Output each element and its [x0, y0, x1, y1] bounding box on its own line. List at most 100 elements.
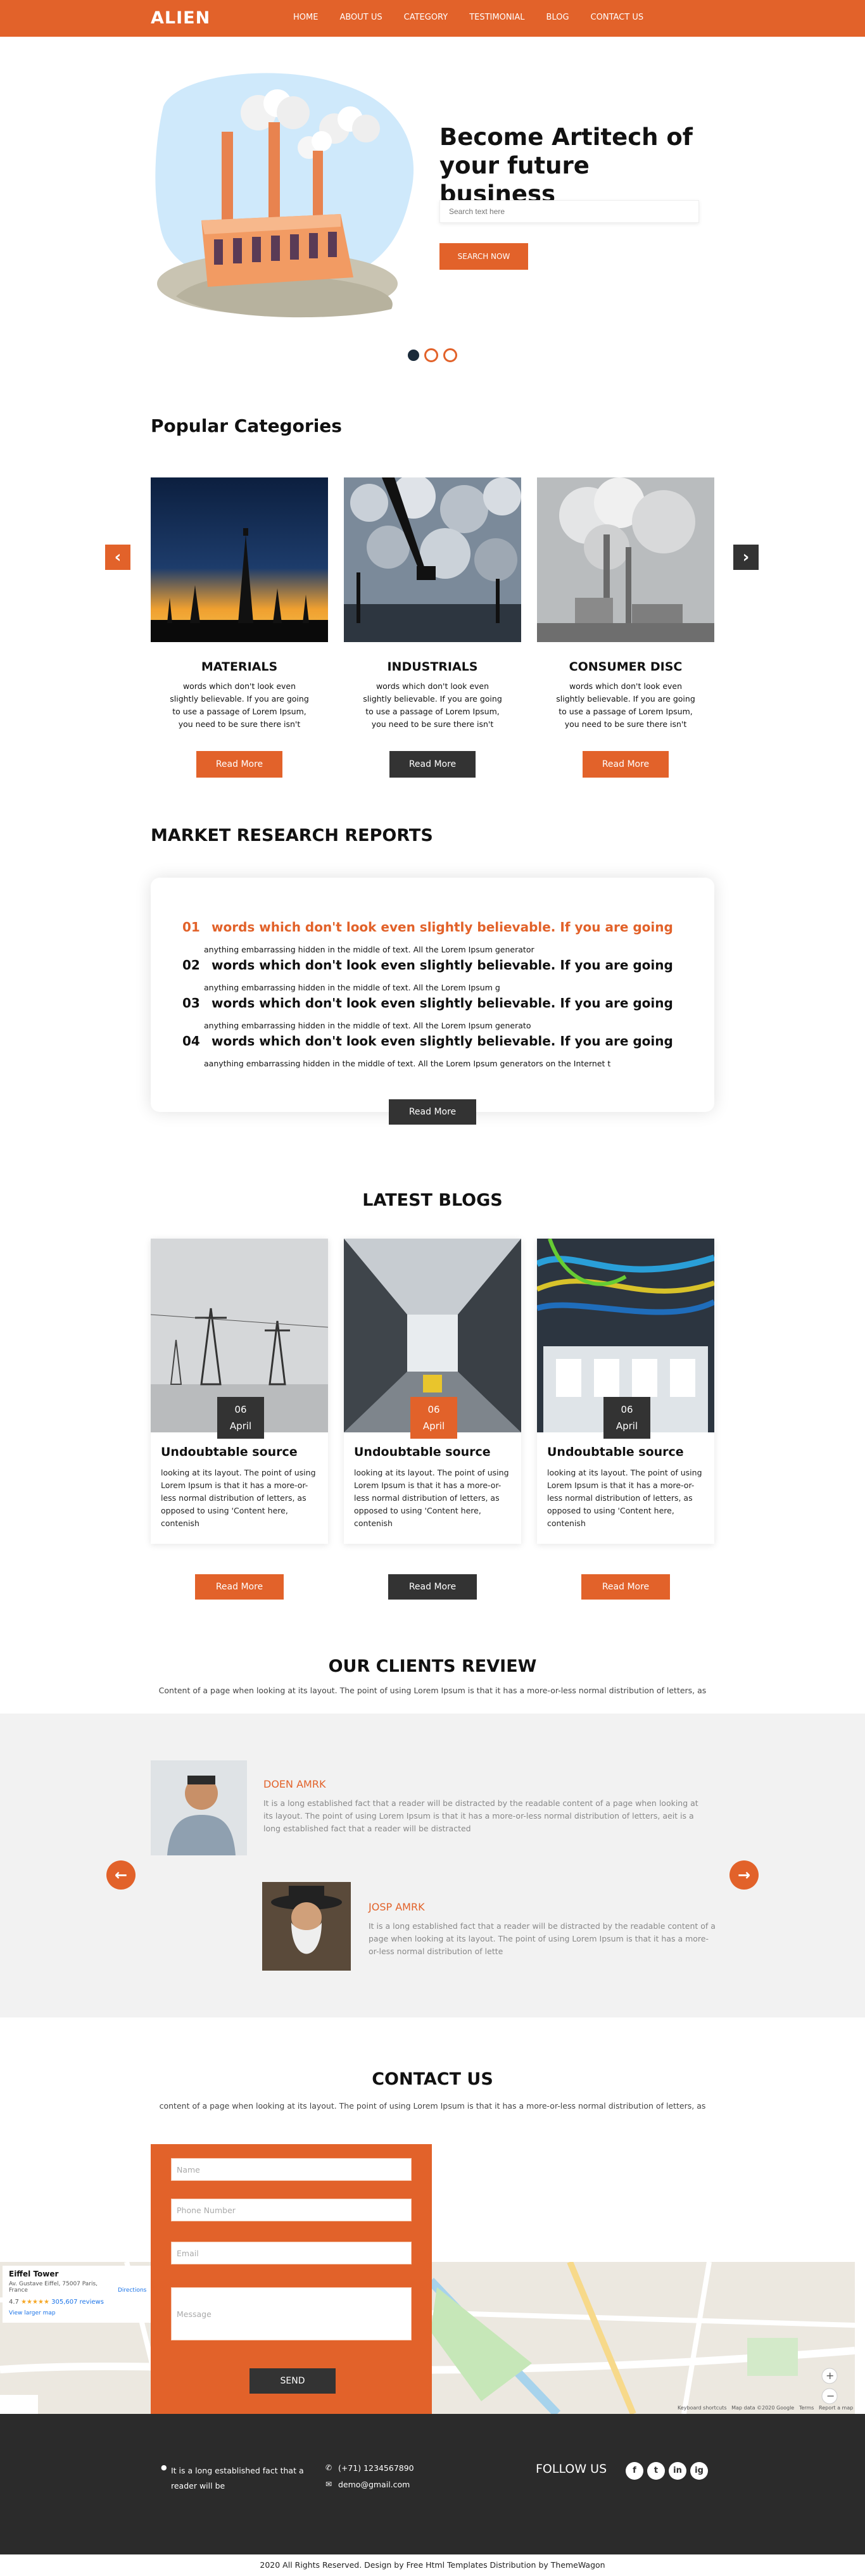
contact-form: Name Phone Number Email Message SEND [151, 2144, 432, 2416]
category-text: words which don't look even slightly bel… [556, 681, 695, 729]
market-item-heading[interactable]: words which don't look even slightly bel… [212, 1033, 673, 1049]
footer-address: It is a long established fact that a rea… [171, 2466, 304, 2491]
map-larger-link[interactable]: View larger map [9, 2310, 56, 2316]
message-field[interactable]: Message [171, 2287, 412, 2340]
market-item-subtext: anything embarrassing hidden in the midd… [204, 1021, 531, 1030]
nav-about-us[interactable]: ABOUT US [339, 13, 382, 22]
market-title: MARKET RESEARCH REPORTS [151, 826, 433, 845]
svg-text:−: − [826, 2390, 835, 2402]
nav-home[interactable]: HOME [293, 13, 318, 22]
category-title: MATERIALS [201, 660, 278, 674]
blog-date-month: April [616, 1420, 638, 1432]
main-nav: HOME ABOUT US CATEGORY TESTIMONIAL BLOG … [293, 13, 643, 22]
linkedin-icon[interactable]: in [669, 2462, 686, 2480]
blog-date-day: 06 [621, 1404, 633, 1415]
market-item-heading[interactable]: words which don't look even slightly bel… [212, 919, 673, 935]
blog-card: 06 April Undoubtable source looking at it… [535, 1238, 716, 1544]
market-item-subtext: anything embarrassing hidden in the midd… [204, 945, 534, 954]
blog-date-month: April [229, 1420, 252, 1432]
map-reviews-link[interactable]: 305,607 reviews [51, 2299, 104, 2306]
blog-image-electrical-panel: 06 April [535, 1238, 716, 1439]
review-text: It is a long established fact that a rea… [263, 1798, 698, 1833]
blog-text: looking at its layout. The point of usin… [161, 1468, 316, 1528]
location-icon: ● [161, 2463, 167, 2472]
twitter-icon[interactable]: t [647, 2462, 665, 2480]
categories-next-arrow[interactable]: › [733, 545, 759, 570]
hero-search-input[interactable] [439, 200, 699, 223]
email-icon: ✉ [325, 2480, 332, 2489]
market-item-subtext: anything embarrassing hidden in the midd… [204, 983, 500, 992]
blogs-title: LATEST BLOGS [362, 1190, 503, 1210]
map-place-address: Av. Gustave Eiffel, 75007 Paris, France [9, 2281, 98, 2294]
map-footer-terms: Keyboard shortcuts Map data ©2020 Google… [678, 2405, 855, 2411]
market-item: 04 words which don't look even slightly b… [182, 1033, 689, 1068]
blog-read-more-button[interactable]: Read More [581, 1574, 670, 1600]
blog-title[interactable]: Undoubtable source [354, 1445, 511, 1459]
blog-title[interactable]: Undoubtable source [547, 1445, 704, 1459]
blog-date-badge: 06 April [603, 1397, 650, 1439]
reviews-next-arrow[interactable]: → [729, 1860, 759, 1890]
blog-date-badge: 06 April [217, 1397, 264, 1439]
market-read-more-button[interactable]: Read More [389, 1099, 476, 1125]
category-card: CONSUMER DISC words which don't look eve… [537, 477, 714, 778]
follow-us-label: FOLLOW US [536, 2462, 607, 2476]
nav-blog[interactable]: BLOG [546, 13, 569, 22]
svg-text:+: + [826, 2370, 834, 2382]
blog-image-warehouse: 06 April [344, 1239, 521, 1439]
market-item: 02 words which don't look even slightly b… [182, 957, 689, 992]
category-image-consumer-disc [537, 477, 714, 642]
reviews-prev-arrow[interactable]: ← [106, 1860, 136, 1890]
blog-read-more-button[interactable]: Read More [388, 1574, 477, 1600]
reviewer-avatar-josp [262, 1882, 351, 1971]
market-item-heading[interactable]: words which don't look even slightly bel… [212, 957, 673, 973]
reviewer-name: DOEN AMRK [263, 1778, 326, 1790]
market-item-heading[interactable]: words which don't look even slightly bel… [212, 995, 673, 1011]
category-title: INDUSTRIALS [387, 660, 478, 674]
read-more-button[interactable]: Read More [196, 751, 282, 778]
read-more-button[interactable]: Read More [389, 751, 476, 778]
category-text: words which don't look even slightly bel… [363, 681, 502, 729]
categories-prev-arrow[interactable]: ‹ [105, 545, 130, 570]
phone-field[interactable]: Phone Number [171, 2199, 412, 2221]
category-image-industrials [344, 474, 521, 642]
logo[interactable]: ALIEN [151, 8, 210, 28]
blog-title[interactable]: Undoubtable source [161, 1445, 318, 1459]
reviewer-avatar-doen [151, 1760, 247, 1855]
name-field[interactable]: Name [171, 2158, 412, 2181]
slider-dot-2[interactable] [424, 348, 438, 362]
reviews-lead: Content of a page when looking at its la… [158, 1686, 707, 1695]
category-card: MATERIALS words which don't look even sl… [151, 477, 328, 778]
slider-dot-1[interactable] [408, 350, 419, 361]
market-item: 03 words which don't look even slightly b… [182, 995, 689, 1030]
instagram-icon[interactable]: ig [690, 2462, 708, 2480]
contact-lead: content of a page when looking at its la… [159, 2101, 706, 2111]
map-rating: 4.7 ★★★★★ 305,607 reviews [9, 2299, 104, 2306]
blog-text: looking at its layout. The point of usin… [354, 1468, 509, 1528]
blog-text: looking at its layout. The point of usin… [547, 1468, 702, 1528]
market-item-subtext: aanything embarrassing hidden in the mid… [204, 1059, 611, 1068]
read-more-button[interactable]: Read More [583, 751, 669, 778]
footer-email[interactable]: demo@gmail.com [338, 2480, 410, 2489]
search-now-button[interactable]: SEARCH NOW [439, 243, 528, 270]
category-text: words which don't look even slightly bel… [170, 681, 309, 729]
category-title: CONSUMER DISC [569, 660, 683, 674]
header-bar: ALIEN HOME ABOUT US CATEGORY TESTIMONIAL… [0, 0, 865, 37]
nav-testimonial[interactable]: TESTIMONIAL [469, 13, 524, 22]
blog-image-power-lines: 06 April [150, 1239, 329, 1439]
facebook-icon[interactable]: f [626, 2462, 643, 2480]
review-text: It is a long established fact that a rea… [369, 1921, 716, 1956]
hero-title-line-1: Become Artitech of [439, 123, 693, 151]
nav-category[interactable]: CATEGORY [404, 13, 448, 22]
slider-dot-3[interactable] [443, 348, 457, 362]
footer: ● It is a long established fact that a r… [0, 2414, 865, 2554]
blog-read-more-button[interactable]: Read More [195, 1574, 284, 1600]
email-field[interactable]: Email [171, 2242, 412, 2264]
market-card: 01 words which don't look even slightly b… [151, 878, 714, 1112]
map-directions-link[interactable]: Directions [118, 2287, 146, 2294]
contact-title: CONTACT US [372, 2069, 493, 2089]
blog-date-badge: 06 April [410, 1397, 457, 1439]
nav-contact-us[interactable]: CONTACT US [591, 13, 644, 22]
category-card: INDUSTRIALS words which don't look even … [344, 474, 521, 778]
send-button[interactable]: SEND [249, 2368, 336, 2394]
map-place-title: Eiffel Tower [9, 2270, 59, 2278]
